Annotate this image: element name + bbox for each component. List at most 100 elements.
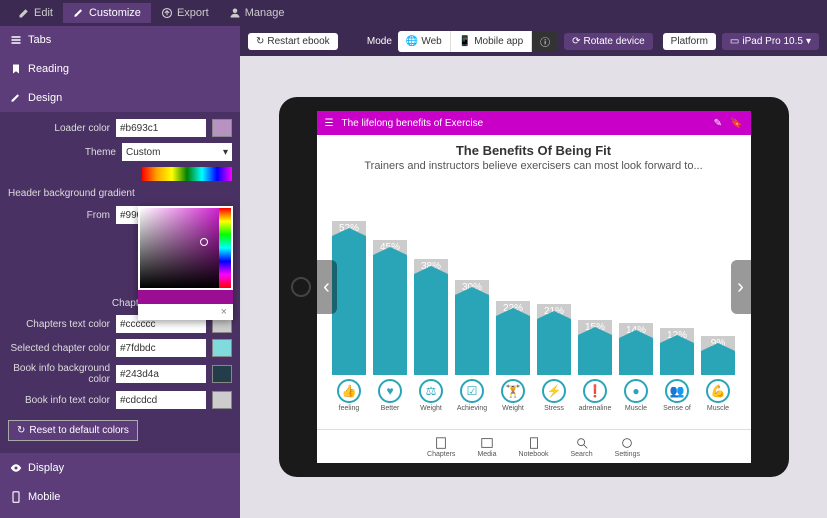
selected-chapter-label: Selected chapter color: [8, 343, 110, 354]
bolt-icon: ⚡: [542, 379, 566, 403]
bar-fill: [373, 255, 407, 375]
info-icon: ⓘ: [540, 34, 550, 49]
bar-label: Muscle: [625, 405, 647, 412]
book-text-swatch[interactable]: [212, 391, 232, 409]
theme-label: Theme: [8, 147, 116, 158]
check-icon: ☑: [460, 379, 484, 403]
picker-close[interactable]: ×: [138, 304, 233, 320]
picker-cursor[interactable]: [200, 238, 208, 246]
loader-color-input[interactable]: [116, 119, 206, 137]
phone-icon: 📱: [459, 36, 471, 47]
picker-hue[interactable]: [219, 208, 231, 288]
bar-2: 38%⚖Weight: [412, 259, 450, 412]
export-tab[interactable]: Export: [151, 3, 219, 23]
bar-label: Weight: [420, 405, 442, 412]
phone-icon: [10, 491, 22, 503]
menu-icon: [10, 34, 22, 46]
bar-fill: [455, 295, 489, 375]
bar-5: 21%⚡Stress: [535, 304, 573, 412]
next-page[interactable]: ›: [731, 260, 751, 314]
book-bg-swatch[interactable]: [212, 365, 232, 383]
reading-section[interactable]: Reading: [0, 55, 240, 83]
ebook-title: The lifelong benefits of Exercise: [341, 118, 483, 129]
heart-icon: ♥: [378, 379, 402, 403]
bar-8: 12%👥Sense of: [658, 328, 696, 412]
globe-icon: 🌐: [406, 36, 418, 47]
mobile-section[interactable]: Mobile: [0, 483, 240, 511]
edit-label: Edit: [34, 7, 53, 19]
bar-7: 14%●Muscle: [617, 323, 655, 412]
chart-title: The Benefits Of Being Fit: [325, 143, 743, 158]
nav-chapters[interactable]: Chapters: [427, 436, 455, 458]
selected-chapter-swatch[interactable]: [212, 339, 232, 357]
group-icon: 👥: [665, 379, 689, 403]
web-mode[interactable]: 🌐Web: [398, 31, 451, 52]
loader-swatch[interactable]: [212, 119, 232, 137]
mobile-mode[interactable]: 📱Mobile app: [451, 31, 532, 52]
bar-9: 9%💪Muscle: [699, 336, 737, 412]
bar-label: adrenaline: [579, 405, 612, 412]
manage-tab[interactable]: Manage: [219, 3, 295, 23]
loader-color-label: Loader color: [8, 123, 110, 134]
pencil-icon[interactable]: ✎: [714, 118, 722, 129]
color-picker[interactable]: ×: [138, 206, 233, 320]
chevron-down-icon: ▾: [223, 147, 228, 158]
dumbbell-icon: 🏋: [501, 379, 525, 403]
chart-subtitle: Trainers and instructors believe exercis…: [325, 160, 743, 172]
bar-fill: [496, 316, 530, 375]
rotate-button[interactable]: ⟳Rotate device: [564, 33, 653, 50]
bar-label: Stress: [544, 405, 564, 412]
bar-fill: [578, 335, 612, 375]
prev-page[interactable]: ‹: [317, 260, 337, 314]
bar-label: Better: [381, 405, 400, 412]
alert-icon: ❗: [583, 379, 607, 403]
info-button[interactable]: ⓘ: [532, 31, 558, 52]
nav-notebook[interactable]: Notebook: [519, 436, 549, 458]
menu-icon[interactable]: ☰: [325, 118, 334, 129]
device-select[interactable]: ▭iPad Pro 10.5▾: [722, 33, 819, 50]
bar-fill: [537, 319, 571, 375]
tabs-section[interactable]: Tabs: [0, 26, 240, 54]
display-section[interactable]: Display: [0, 454, 240, 482]
book-bg-input[interactable]: [116, 365, 206, 383]
scale-icon: ⚖: [419, 379, 443, 403]
from-label: From: [8, 210, 110, 221]
design-section[interactable]: Design: [0, 84, 240, 112]
book-text-label: Book info text color: [8, 395, 110, 406]
bar-label: Weight: [502, 405, 524, 412]
refresh-icon: ↻: [256, 36, 264, 47]
selected-chapter-input[interactable]: [116, 339, 206, 357]
edit-tab[interactable]: Edit: [8, 3, 63, 23]
customize-tab[interactable]: Customize: [63, 3, 151, 23]
book-text-input[interactable]: [116, 391, 206, 409]
user-icon: [229, 7, 241, 19]
reset-button[interactable]: ↻Reset to default colors: [8, 420, 138, 441]
nav-media[interactable]: Media: [477, 436, 496, 458]
export-section[interactable]: Export: [0, 512, 240, 518]
ebook-nav: Chapters Media Notebook Search Settings: [317, 429, 751, 463]
refresh-icon: ↻: [17, 425, 25, 436]
device-frame: ☰ The lifelong benefits of Exercise ✎ 🔖 …: [279, 97, 789, 477]
bookmark-icon: [10, 63, 22, 75]
picker-saturation[interactable]: [140, 208, 231, 288]
tablet-icon: ▭: [730, 36, 739, 47]
theme-gradient[interactable]: [142, 167, 232, 181]
nav-search[interactable]: Search: [570, 436, 592, 458]
customize-label: Customize: [89, 7, 141, 19]
book-icon: [434, 436, 448, 450]
thumbs-up-icon: 👍: [337, 379, 361, 403]
bar-fill: [414, 274, 448, 375]
search-icon: [575, 436, 589, 450]
book-bg-label: Book info background color: [8, 363, 110, 385]
bookmark-icon[interactable]: 🔖: [730, 118, 742, 129]
restart-button[interactable]: ↻Restart ebook: [248, 33, 338, 50]
bar-label: Achieving: [457, 405, 487, 412]
nav-settings[interactable]: Settings: [615, 436, 640, 458]
bar-0: 52%👍feeling: [330, 221, 368, 412]
export-label: Export: [177, 7, 209, 19]
bar-3: 30%☑Achieving: [453, 280, 491, 412]
theme-select[interactable]: Custom▾: [122, 143, 232, 161]
brush-icon: [10, 92, 22, 104]
bar-6: 15%❗adrenaline: [576, 320, 614, 412]
ebook-header: ☰ The lifelong benefits of Exercise ✎ 🔖: [317, 111, 751, 135]
